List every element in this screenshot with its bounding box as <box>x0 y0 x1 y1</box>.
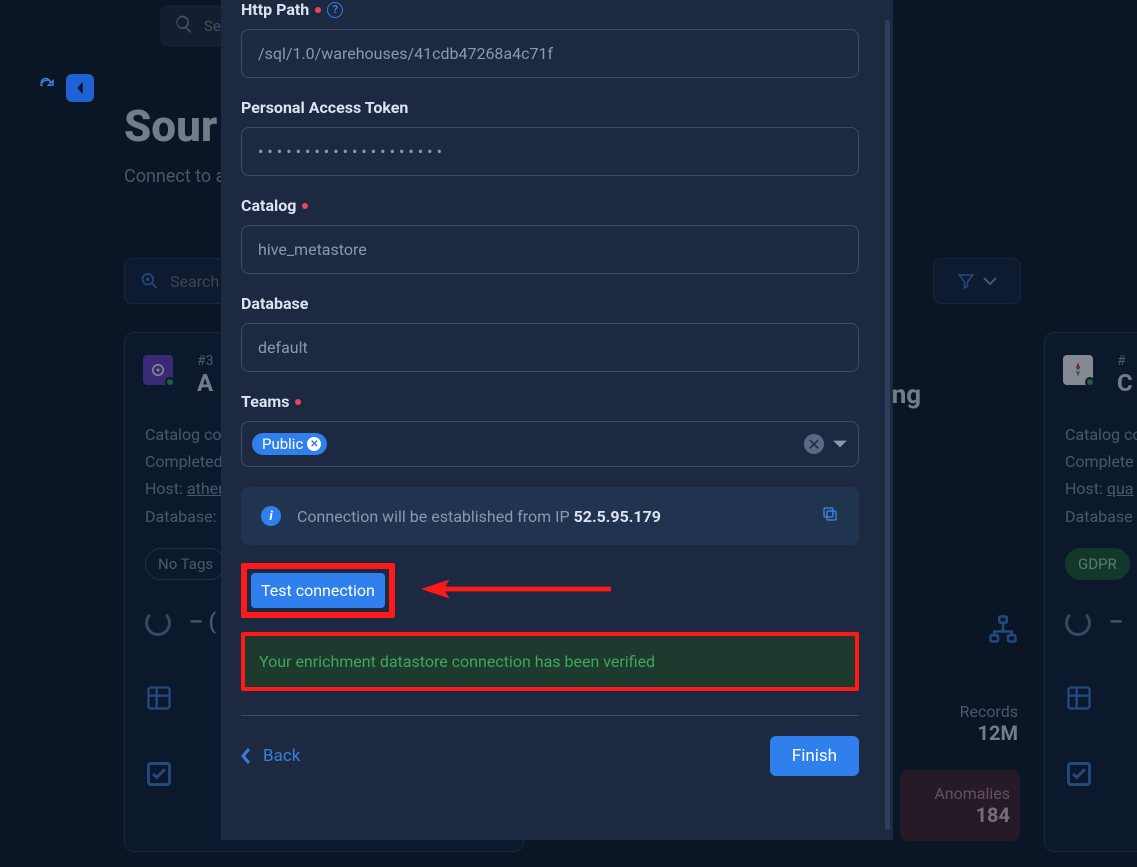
highlight-frame: Your enrichment datastore connection has… <box>241 632 859 691</box>
pat-label: Personal Access Token <box>241 98 871 117</box>
source-logo <box>143 355 173 385</box>
anomalies-badge: Anomalies 184 <box>900 770 1020 841</box>
test-connection-button[interactable]: Test connection <box>251 573 385 608</box>
finish-button[interactable]: Finish <box>770 736 859 776</box>
http-path-input[interactable] <box>241 29 859 78</box>
search-icon <box>139 270 160 292</box>
card-line: Host: qua <box>1065 475 1137 502</box>
highlight-frame: Test connection <box>241 563 395 618</box>
spinner-icon <box>1065 610 1091 636</box>
pat-input[interactable] <box>241 127 859 176</box>
grid-icon <box>1065 684 1093 712</box>
chevron-down-icon <box>983 276 997 286</box>
required-dot-icon <box>302 203 308 209</box>
search-icon <box>174 14 194 38</box>
info-icon: i <box>261 506 281 526</box>
filter-button[interactable] <box>933 258 1021 304</box>
dash: – ( <box>189 610 216 635</box>
stats-column: Records 12M <box>918 614 1018 745</box>
info-text: Connection will be established from IP 5… <box>297 507 805 526</box>
info-banner: i Connection will be established from IP… <box>241 487 859 545</box>
page-title: Sour <box>124 100 217 152</box>
card-line: Catalog co <box>1065 421 1137 448</box>
hierarchy-icon <box>988 614 1018 644</box>
back-button[interactable]: Back <box>241 746 300 766</box>
chevron-down-icon[interactable] <box>832 435 848 454</box>
scrollbar[interactable] <box>885 20 890 830</box>
page-subtitle: Connect to a <box>124 166 225 187</box>
card-id: # <box>1117 353 1137 369</box>
catalog-input[interactable] <box>241 225 859 274</box>
catalog-label: Catalog <box>241 196 871 215</box>
team-chip[interactable]: Public✕ <box>252 433 327 455</box>
source-logo <box>1063 355 1093 385</box>
required-dot-icon <box>295 399 301 405</box>
copy-icon[interactable] <box>821 505 839 527</box>
card-line: Complete <box>1065 448 1137 475</box>
arrow-annotation <box>421 577 611 605</box>
records-label: Records <box>918 702 1018 721</box>
checklist-icon <box>145 760 173 788</box>
refresh-icon[interactable] <box>38 77 56 99</box>
card-line: Database <box>1065 503 1137 530</box>
clear-icon[interactable]: ✕ <box>804 434 824 454</box>
required-dot-icon <box>315 7 321 13</box>
database-label: Database <box>241 294 871 313</box>
divider <box>241 715 859 716</box>
tag-pill[interactable]: GDPR <box>1065 548 1130 580</box>
tag-pill[interactable]: No Tags <box>145 548 226 580</box>
database-input[interactable] <box>241 323 859 372</box>
spinner-icon <box>145 610 171 636</box>
funnel-icon <box>957 272 975 290</box>
card-title: C <box>1117 369 1137 397</box>
dash: – <box>1109 610 1123 635</box>
grid-icon <box>145 684 173 712</box>
teams-label: Teams <box>241 392 871 411</box>
remove-chip-icon[interactable]: ✕ <box>307 437 321 451</box>
records-value: 12M <box>918 721 1018 745</box>
checklist-icon <box>1065 760 1093 788</box>
success-message: Your enrichment datastore connection has… <box>245 636 855 687</box>
chevron-left-icon <box>241 748 251 764</box>
nav-back-button[interactable] <box>66 74 94 102</box>
teams-select[interactable]: Public✕ ✕ <box>241 421 859 467</box>
help-icon[interactable]: ? <box>327 2 343 18</box>
http-path-label: Http Path? <box>241 0 871 19</box>
connection-modal: Http Path? Personal Access Token Catalog… <box>221 0 893 840</box>
source-card[interactable]: # C Catalog co Complete Host: qua Databa… <box>1044 332 1137 852</box>
